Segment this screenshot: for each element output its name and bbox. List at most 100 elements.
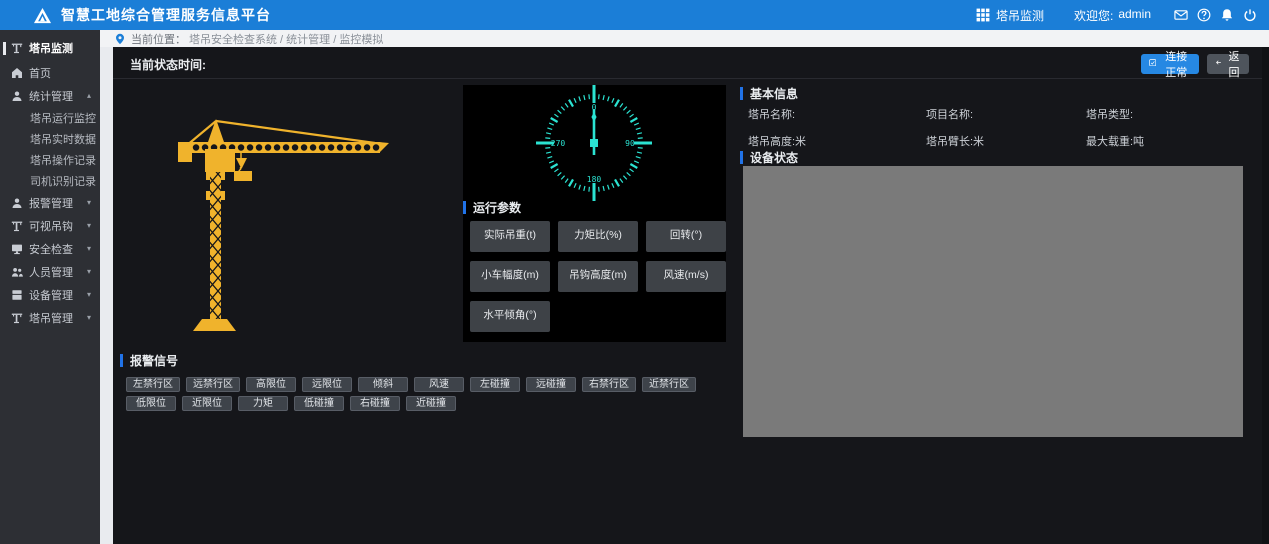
welcome-label: 欢迎您: [1074, 7, 1113, 24]
sidebar-item-安全检查[interactable]: 安全检查▾ [0, 237, 100, 260]
crane-icon [11, 42, 23, 54]
chevron-down-icon: ▾ [87, 313, 91, 322]
sidebar-item-设备管理[interactable]: 设备管理 ▾ [0, 283, 100, 306]
param-tile-label: 力矩比(%) [574, 227, 622, 242]
check-square-icon [1149, 59, 1156, 70]
alarm-signal-chip: 力矩 [238, 396, 288, 411]
alarm-row-2: 低限位 近限位 力矩 低碰撞 右碰撞 近碰撞 [126, 396, 780, 411]
connection-status-button[interactable]: 连接正常 [1141, 54, 1199, 74]
app-switcher-label: 塔吊监测 [996, 7, 1044, 24]
mail-icon[interactable] [1174, 8, 1188, 22]
basic-info-header: 基本信息 [740, 85, 798, 102]
power-icon[interactable] [1243, 8, 1257, 22]
sidebar-menu: 塔吊监测首页统计管理▴ 塔吊运行监控塔吊实时数据塔吊操作记录司机识别记录报警管理 ▾… [0, 30, 100, 544]
info-field-label: 最大载重:吨 [1086, 133, 1256, 149]
param-tile-label: 小车幅度(m) [481, 267, 539, 282]
back-button[interactable]: 返回 [1207, 54, 1249, 74]
sidebar-item-label: 首页 [29, 65, 51, 81]
sidebar-item-label: 人员管理 [29, 264, 73, 280]
svg-text:180: 180 [587, 175, 602, 184]
param-tile: 力矩比(%) [558, 221, 638, 252]
alarm-signal-chip: 高限位 [246, 377, 296, 392]
alarm-signal-chip: 远限位 [302, 377, 352, 392]
sidebar-item-人员管理[interactable]: 人员管理 ▾ [0, 260, 100, 283]
sidebar-item-塔吊操作记录[interactable]: 塔吊操作记录 [0, 149, 100, 170]
app-switcher[interactable]: 塔吊监测 [976, 7, 1044, 24]
chevron-down-icon: ▾ [87, 244, 91, 253]
chevron-up-icon: ▴ [87, 91, 91, 100]
alarm-signal-chip: 远碰撞 [526, 377, 576, 392]
sidebar-item-label: 设备管理 [29, 287, 73, 303]
sidebar-item-塔吊实时数据[interactable]: 塔吊实时数据 [0, 128, 100, 149]
sidebar-item-塔吊监测[interactable]: 塔吊监测 [0, 35, 100, 61]
sidebar-item-塔吊管理[interactable]: 塔吊管理 ▾ [0, 306, 100, 329]
param-tile-label: 水平倾角(°) [483, 307, 536, 322]
sidebar-item-统计管理[interactable]: 统计管理▴ [0, 84, 100, 107]
sidebar-item-label: 塔吊操作记录 [30, 152, 96, 168]
breadcrumb: 当前位置： 塔吊安全检查系统 / 统计管理 / 监控模拟 [100, 30, 1269, 47]
sidebar-item-可视吊钩[interactable]: 可视吊钩 ▾ [0, 214, 100, 237]
sidebar-item-label: 塔吊运行监控 [30, 110, 96, 126]
sidebar-item-塔吊运行监控[interactable]: 塔吊运行监控 [0, 107, 100, 128]
alarm-signal-chip: 低限位 [126, 396, 176, 411]
status-time-label: 当前状态时间: [130, 56, 206, 73]
chevron-down-icon: ▾ [87, 198, 91, 207]
sidebar-item-报警管理[interactable]: 报警管理 ▾ [0, 191, 100, 214]
alarm-signal-chip: 近碰撞 [406, 396, 456, 411]
alarm-signal-chip: 近禁行区 [642, 377, 696, 392]
param-tile-label: 回转(°) [670, 227, 702, 242]
alarm-signals-title: 报警信号 [130, 352, 178, 369]
app-logo-icon [33, 7, 52, 24]
content-header: 当前状态时间: 连接正常 返回 [113, 47, 1269, 79]
alarm-signal-chip: 右碰撞 [350, 396, 400, 411]
info-field-label: 塔吊名称: [748, 106, 926, 122]
info-field-label: 塔吊类型: [1086, 106, 1256, 122]
connection-status-label: 连接正常 [1161, 48, 1191, 80]
param-tile-label: 实际吊重(t) [484, 227, 536, 242]
section-accent-bar [740, 87, 743, 100]
active-indicator [3, 42, 6, 55]
alarm-signal-chip: 右禁行区 [582, 377, 636, 392]
alarm-signal-chip: 低碰撞 [294, 396, 344, 411]
device-status-header: 设备状态 [740, 149, 798, 166]
user-icon [11, 90, 23, 102]
chevron-down-icon: ▾ [87, 290, 91, 299]
alarm-signals-section: 报警信号 左禁行区 远禁行区 高限位 远限位 倾斜 风速 左碰撞 [120, 352, 780, 415]
run-params-grid: 实际吊重(t) 力矩比(%) 回转(°) 小车幅度(m) 吊钩高度(m) [470, 221, 726, 332]
username[interactable]: admin [1118, 7, 1151, 24]
app-header: 智慧工地综合管理服务信息平台 塔吊监测 欢迎您: admin [0, 0, 1269, 30]
home-icon [11, 67, 23, 79]
param-tile-label: 风速(m/s) [664, 267, 709, 282]
user-icon [11, 197, 23, 209]
param-tile: 小车幅度(m) [470, 261, 550, 292]
sidebar-item-司机识别记录[interactable]: 司机识别记录 [0, 170, 100, 191]
grid-icon [976, 8, 990, 22]
alarm-signal-chip: 倾斜 [358, 377, 408, 392]
monitor-icon [11, 243, 23, 255]
alarm-row-1: 左禁行区 远禁行区 高限位 远限位 倾斜 风速 左碰撞 远碰撞 右禁行区 [126, 377, 780, 392]
help-icon[interactable] [1197, 8, 1211, 22]
alarm-signal-chip: 远禁行区 [186, 377, 240, 392]
sidebar-item-label: 塔吊监测 [29, 40, 73, 56]
section-accent-bar [740, 151, 743, 164]
alarm-signal-chip: 风速 [414, 377, 464, 392]
svg-text:270: 270 [551, 139, 566, 148]
run-params-header: 运行参数 [463, 199, 521, 216]
sidebar-item-label: 塔吊管理 [29, 310, 73, 326]
sidebar-item-首页[interactable]: 首页 [0, 61, 100, 84]
alarm-signals-header: 报警信号 [120, 352, 780, 369]
param-tile: 实际吊重(t) [470, 221, 550, 252]
chevron-down-icon: ▾ [87, 267, 91, 276]
tower-crane-illustration [163, 109, 393, 339]
bell-icon[interactable] [1220, 8, 1234, 22]
rotation-gauge: 090180270 [463, 85, 726, 207]
breadcrumb-path[interactable]: 塔吊安全检查系统 / 统计管理 / 监控模拟 [189, 31, 383, 47]
chevron-down-icon: ▾ [87, 221, 91, 230]
section-accent-bar [120, 354, 123, 367]
scrollbar[interactable] [1262, 47, 1269, 544]
sidebar-item-label: 可视吊钩 [29, 218, 73, 234]
section-accent-bar [463, 201, 466, 214]
sidebar-item-label: 报警管理 [29, 195, 73, 211]
param-tile: 回转(°) [646, 221, 726, 252]
info-field-label: 塔吊臂长:米 [926, 133, 1086, 149]
